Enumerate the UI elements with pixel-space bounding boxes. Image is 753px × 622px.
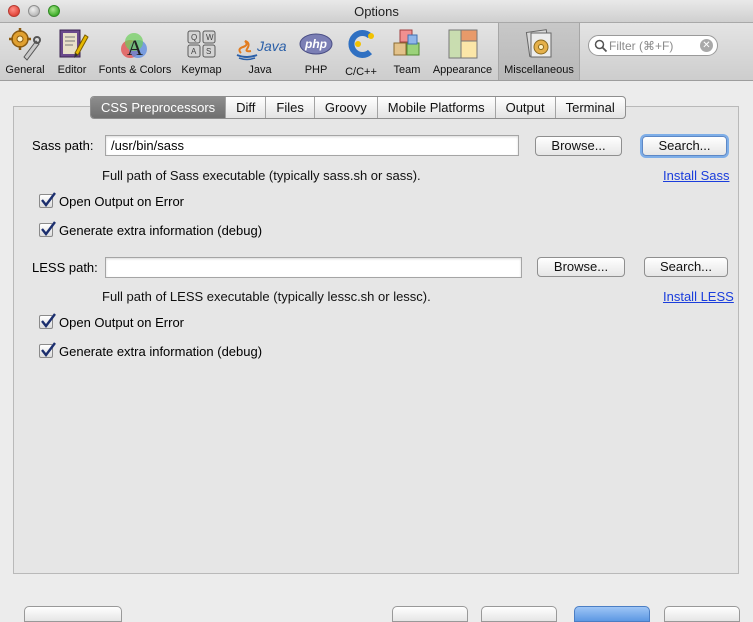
toolbar-label-java: Java <box>248 64 272 76</box>
toolbar-editor[interactable]: Editor <box>53 23 91 80</box>
checkmark-icon <box>41 342 56 357</box>
toolbar-general[interactable]: General <box>3 23 47 80</box>
toolbar-miscellaneous[interactable]: Miscellaneous <box>498 23 580 80</box>
editor-icon <box>59 29 89 58</box>
install-less-link[interactable]: Install LESS <box>663 289 734 304</box>
toolbar-label-miscellaneous: Miscellaneous <box>504 64 574 76</box>
miscellaneous-icon <box>525 29 552 58</box>
toolbar-label-keymap: Keymap <box>181 64 222 76</box>
svg-text:S: S <box>206 47 211 56</box>
toolbar-label-appearance: Appearance <box>432 64 493 76</box>
cpp-icon <box>348 30 374 58</box>
filter-input[interactable] <box>609 37 693 54</box>
sass-debug-label: Generate extra information (debug) <box>59 223 263 238</box>
php-logo-text: php <box>304 37 327 51</box>
java-logo-text: Java <box>256 38 287 54</box>
keymap-icon: Q WA S <box>187 30 215 58</box>
less-search-button[interactable]: Search... <box>644 257 728 277</box>
toolbar-java[interactable]: Java Java <box>232 23 288 80</box>
svg-text:W: W <box>206 33 214 42</box>
toolbar-label-cpp: C/C++ <box>345 66 377 78</box>
checkmark-icon <box>41 313 56 328</box>
sass-help-text: Full path of Sass executable (typically … <box>102 168 421 183</box>
sass-open-output-label: Open Output on Error <box>59 194 185 209</box>
toolbar-cpp[interactable]: C/C++ <box>340 23 382 80</box>
checkmark-icon <box>41 192 56 207</box>
bottom-middle-button[interactable] <box>392 606 468 622</box>
search-icon <box>594 39 608 53</box>
svg-text:A: A <box>191 47 197 56</box>
java-icon: Java <box>236 38 287 61</box>
less-path-input[interactable] <box>105 257 522 278</box>
title-bar: Options <box>0 0 753 23</box>
toolbar-appearance[interactable]: Appearance <box>431 23 494 80</box>
install-sass-link[interactable]: Install Sass <box>663 168 729 183</box>
toolbar-label-php: PHP <box>304 64 328 76</box>
toolbar-keymap[interactable]: QWAS Keymap <box>179 23 224 80</box>
options-toolbar: General Editor A Fonts & Colors QWAS Key… <box>0 23 753 81</box>
tab-terminal[interactable]: Terminal <box>556 97 625 118</box>
tab-files[interactable]: Files <box>266 97 315 118</box>
toolbar-fonts-colors[interactable]: A Fonts & Colors <box>97 23 173 80</box>
toolbar-label-editor: Editor <box>57 64 87 76</box>
sass-path-label: Sass path: <box>32 138 94 153</box>
bottom-default-button[interactable] <box>574 606 650 622</box>
bottom-last-button[interactable] <box>664 606 740 622</box>
less-open-output-checkbox[interactable] <box>39 313 56 329</box>
sass-search-button[interactable]: Search... <box>642 136 727 156</box>
sass-debug-checkbox[interactable] <box>39 221 56 237</box>
toolbar-label-team: Team <box>393 64 421 76</box>
gear-wrench-icon <box>9 28 41 61</box>
less-browse-button[interactable]: Browse... <box>537 257 625 277</box>
toolbar-php[interactable]: php PHP <box>296 23 336 80</box>
less-open-output-label: Open Output on Error <box>59 315 185 330</box>
window-title: Options <box>354 4 399 19</box>
misc-tabs: CSS Preprocessors Diff Files Groovy Mobi… <box>90 96 626 119</box>
tab-output[interactable]: Output <box>496 97 556 118</box>
bottom-left-button[interactable] <box>24 606 122 622</box>
svg-text:A: A <box>127 35 143 60</box>
tab-groovy[interactable]: Groovy <box>315 97 378 118</box>
checkmark-icon <box>41 221 56 236</box>
less-debug-checkbox[interactable] <box>39 342 56 358</box>
less-path-label: LESS path: <box>32 260 98 275</box>
bottom-right-button[interactable] <box>481 606 557 622</box>
tab-css-preprocessors[interactable]: CSS Preprocessors <box>91 97 227 118</box>
less-debug-label: Generate extra information (debug) <box>59 344 263 359</box>
appearance-icon <box>448 29 477 59</box>
filter-search-field[interactable]: ✕ <box>588 35 718 56</box>
tab-diff[interactable]: Diff <box>226 97 267 118</box>
sass-path-input[interactable]: /usr/bin/sass <box>105 135 519 156</box>
team-icon <box>393 29 420 56</box>
svg-text:Q: Q <box>191 33 197 42</box>
tab-mobile-platforms[interactable]: Mobile Platforms <box>378 97 496 118</box>
sass-open-output-checkbox[interactable] <box>39 192 56 208</box>
toolbar-label-fonts-colors: Fonts & Colors <box>98 64 172 76</box>
clear-filter-icon[interactable]: ✕ <box>700 39 713 52</box>
fonts-colors-icon: A <box>121 33 147 60</box>
sass-browse-button[interactable]: Browse... <box>535 136 622 156</box>
less-help-text: Full path of LESS executable (typically … <box>102 289 431 304</box>
toolbar-team[interactable]: Team <box>388 23 426 80</box>
php-icon: php <box>299 33 333 55</box>
toolbar-label-general: General <box>5 64 45 76</box>
